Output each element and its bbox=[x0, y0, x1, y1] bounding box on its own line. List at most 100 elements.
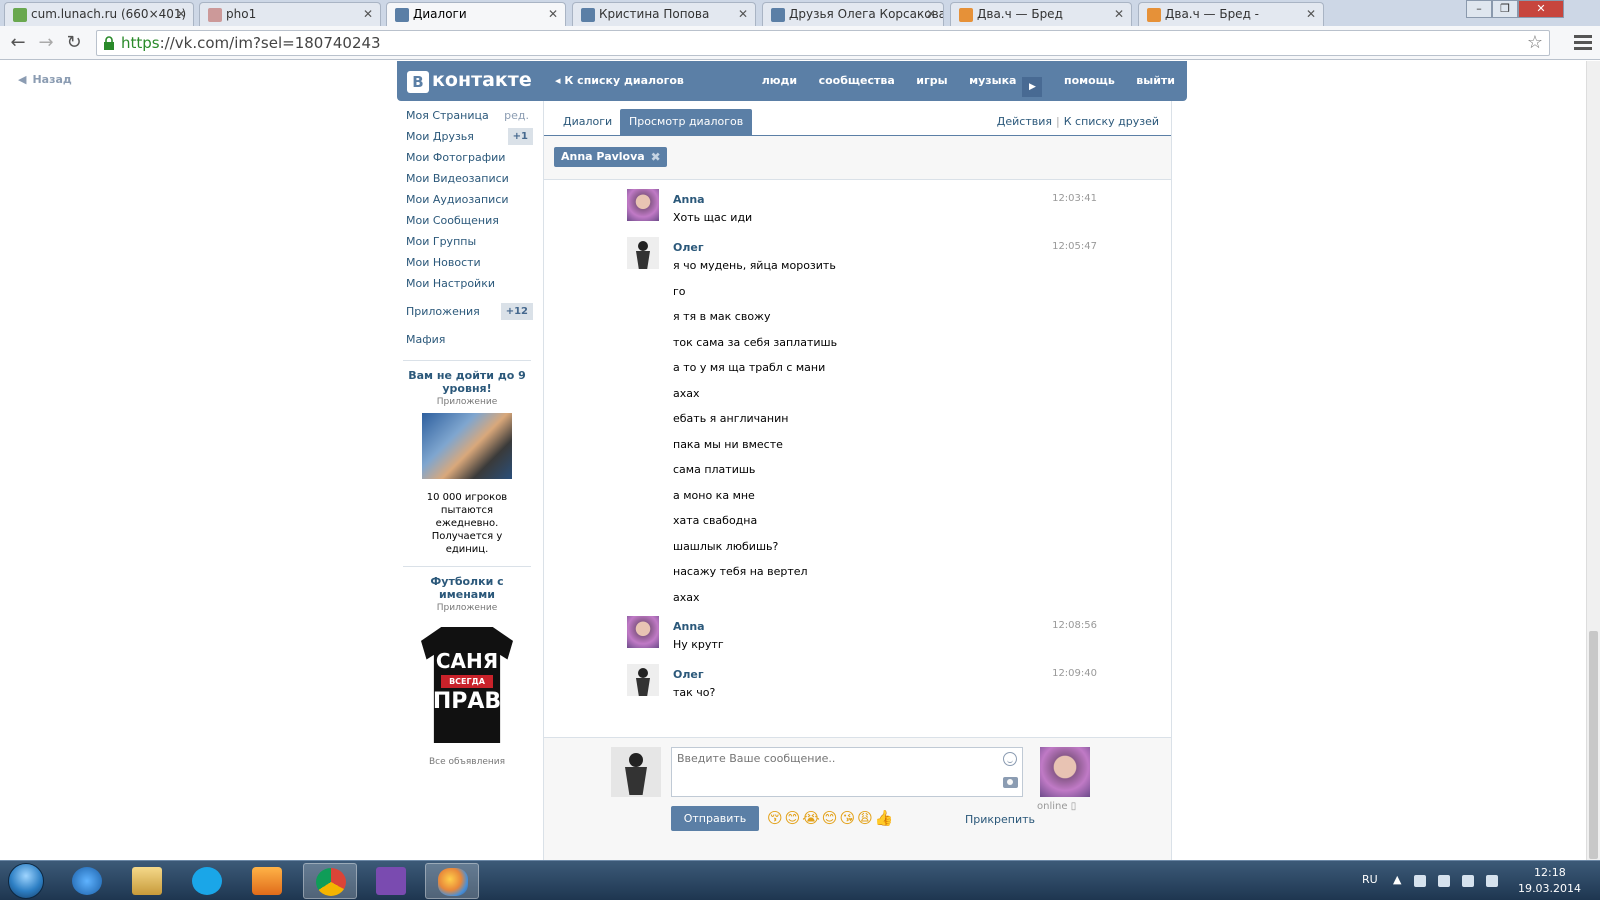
peer-chip[interactable]: Anna Pavlova ✖ bbox=[554, 147, 667, 167]
message-time: 12:05:47 bbox=[1052, 241, 1097, 252]
message-time: 12:03:41 bbox=[1052, 193, 1097, 204]
close-tab-icon[interactable]: ✕ bbox=[738, 3, 748, 25]
avatar[interactable] bbox=[627, 237, 659, 269]
vk-logo[interactable]: Вконтакте bbox=[407, 69, 532, 93]
attach-link[interactable]: Прикрепить bbox=[965, 813, 1035, 826]
friends-list-link[interactable]: К списку друзей bbox=[1064, 115, 1159, 128]
peer-avatar[interactable] bbox=[1040, 747, 1090, 797]
network-device-icon[interactable] bbox=[1438, 875, 1450, 887]
close-tab-icon[interactable]: ✕ bbox=[363, 3, 373, 25]
back-to-dialogs-link[interactable]: ◂ К списку диалогов bbox=[555, 74, 684, 87]
tab-title: cum.lunach.ru (660×401) bbox=[31, 7, 187, 21]
media-player-icon[interactable] bbox=[240, 863, 294, 899]
phone-icon: ▯ bbox=[1070, 801, 1077, 812]
clock-date[interactable]: 19.03.2014 bbox=[1518, 882, 1581, 895]
message-input[interactable] bbox=[671, 747, 1023, 797]
sidebar-item-mafia[interactable]: Мафия bbox=[397, 329, 537, 350]
chrome-menu-icon[interactable] bbox=[1574, 32, 1592, 52]
sidebar-item-apps[interactable]: Приложения +12 bbox=[397, 301, 537, 322]
volume-icon[interactable] bbox=[1462, 875, 1474, 887]
sidebar-item[interactable]: Мои Аудиозаписи bbox=[397, 189, 537, 210]
nav-music[interactable]: музыка bbox=[969, 74, 1016, 87]
ad-image[interactable] bbox=[422, 413, 512, 479]
nav-logout[interactable]: выйти bbox=[1136, 74, 1175, 87]
url-rest: ://vk.com/im?sel=180740243 bbox=[159, 34, 381, 52]
actions-link[interactable]: Действия bbox=[997, 115, 1052, 128]
paint-icon[interactable] bbox=[425, 863, 479, 899]
ad-title[interactable]: Футболки с именами bbox=[397, 575, 537, 601]
windows-start-icon[interactable] bbox=[8, 863, 44, 899]
tab-dialogs[interactable]: Диалоги bbox=[554, 109, 621, 135]
message-author[interactable]: Олег bbox=[673, 668, 704, 681]
edit-link[interactable]: ред. bbox=[504, 105, 529, 126]
message-author[interactable]: Олег bbox=[673, 241, 704, 254]
ad-subtitle: Приложение bbox=[436, 603, 498, 613]
sidebar-item[interactable]: Мои Новости bbox=[397, 252, 537, 273]
camera-icon[interactable] bbox=[1003, 777, 1018, 788]
ad-title[interactable]: Вам не дойти до 9 уровня! bbox=[397, 369, 537, 395]
visual-studio-icon[interactable] bbox=[364, 863, 418, 899]
tabs-right-links: Действия | К списку друзей bbox=[996, 115, 1159, 128]
clock-time[interactable]: 12:18 bbox=[1534, 866, 1566, 879]
back-arrow-icon[interactable]: ← bbox=[6, 31, 30, 55]
explorer-folder-icon[interactable] bbox=[120, 863, 174, 899]
message-text: Хоть щас иди bbox=[673, 211, 753, 224]
chrome-icon[interactable] bbox=[303, 863, 357, 899]
language-indicator[interactable]: RU bbox=[1362, 873, 1378, 886]
ad-text[interactable]: 10 000 игроков пытаются ежедневно. Получ… bbox=[397, 491, 537, 556]
play-icon[interactable]: ▶ bbox=[1022, 77, 1043, 97]
sidebar-item[interactable]: Мои Настройки bbox=[397, 273, 537, 294]
tray-expand-icon[interactable]: ▲ bbox=[1393, 873, 1401, 886]
send-button[interactable]: Отправить bbox=[671, 806, 759, 831]
close-tab-icon[interactable]: ✕ bbox=[176, 3, 186, 25]
close-tab-icon[interactable]: ✕ bbox=[926, 3, 936, 25]
browser-tab[interactable]: Друзья Олега Корсакова ✕ bbox=[762, 2, 944, 26]
close-tab-icon[interactable]: ✕ bbox=[1114, 3, 1124, 25]
scroll-thumb[interactable] bbox=[1589, 631, 1598, 859]
tab-view-dialogs[interactable]: Просмотр диалогов bbox=[620, 109, 753, 135]
smiley-icon[interactable] bbox=[1003, 752, 1017, 766]
signal-icon[interactable] bbox=[1486, 875, 1498, 887]
nav-communities[interactable]: сообщества bbox=[819, 74, 895, 87]
avatar[interactable] bbox=[627, 664, 659, 696]
tshirt-text-mid: ВСЕГДА bbox=[441, 675, 493, 688]
ie-icon[interactable] bbox=[60, 863, 114, 899]
sidebar-item[interactable]: Мои Друзья +1 bbox=[397, 126, 537, 147]
avatar[interactable] bbox=[627, 616, 659, 648]
tshirt-ad-image[interactable]: САНЯ ВСЕГДА ПРАВ bbox=[421, 627, 513, 743]
sidebar-item[interactable]: Мои Группы bbox=[397, 231, 537, 252]
forward-arrow-icon[interactable]: → bbox=[34, 31, 58, 55]
close-window-button[interactable]: ✕ bbox=[1518, 0, 1564, 18]
nav-games[interactable]: игры bbox=[916, 74, 947, 87]
bookmark-star-icon[interactable]: ☆ bbox=[1527, 31, 1543, 55]
close-tab-icon[interactable]: ✕ bbox=[1306, 3, 1316, 25]
flag-icon[interactable] bbox=[1414, 875, 1426, 887]
close-tab-icon[interactable]: ✕ bbox=[548, 3, 558, 25]
sidebar-item[interactable]: Мои Фотографии bbox=[397, 147, 537, 168]
close-icon[interactable]: ✖ bbox=[651, 147, 661, 167]
reload-icon[interactable]: ↻ bbox=[62, 31, 86, 55]
browser-tab[interactable]: Кристина Попова ✕ bbox=[572, 2, 756, 26]
back-link[interactable]: ◀ Назад bbox=[18, 73, 72, 86]
browser-tab[interactable]: Два.ч — Бред - ✕ bbox=[1138, 2, 1324, 26]
nav-help[interactable]: помощь bbox=[1064, 74, 1115, 87]
all-ads-link[interactable]: Все объявления bbox=[397, 757, 537, 767]
avatar[interactable] bbox=[627, 189, 659, 221]
message-author[interactable]: Anna bbox=[673, 193, 705, 206]
message-author[interactable]: Anna bbox=[673, 620, 705, 633]
browser-tab[interactable]: Два.ч — Бред ✕ bbox=[950, 2, 1132, 26]
skype-icon[interactable] bbox=[180, 863, 234, 899]
sidebar-item[interactable]: Мои Сообщения bbox=[397, 210, 537, 231]
restore-button[interactable]: ❐ bbox=[1492, 0, 1518, 18]
address-bar[interactable]: https://vk.com/im?sel=180740243 ☆ bbox=[96, 30, 1550, 56]
browser-tab[interactable]: cum.lunach.ru (660×401) ✕ bbox=[4, 2, 194, 26]
emoji-quickbar[interactable]: 😚😊😭😊😘😩👍 bbox=[767, 809, 895, 827]
minimize-button[interactable]: – bbox=[1466, 0, 1492, 18]
nav-people[interactable]: люди bbox=[762, 74, 797, 87]
avatar[interactable] bbox=[611, 747, 661, 797]
sidebar-item[interactable]: Мои Видеозаписи bbox=[397, 168, 537, 189]
browser-tab[interactable]: Диалоги ✕ bbox=[386, 2, 566, 26]
page-scrollbar[interactable] bbox=[1586, 61, 1600, 860]
browser-tab[interactable]: pho1 ✕ bbox=[199, 2, 381, 26]
sidebar-item[interactable]: Моя Страница ред. bbox=[397, 105, 537, 126]
